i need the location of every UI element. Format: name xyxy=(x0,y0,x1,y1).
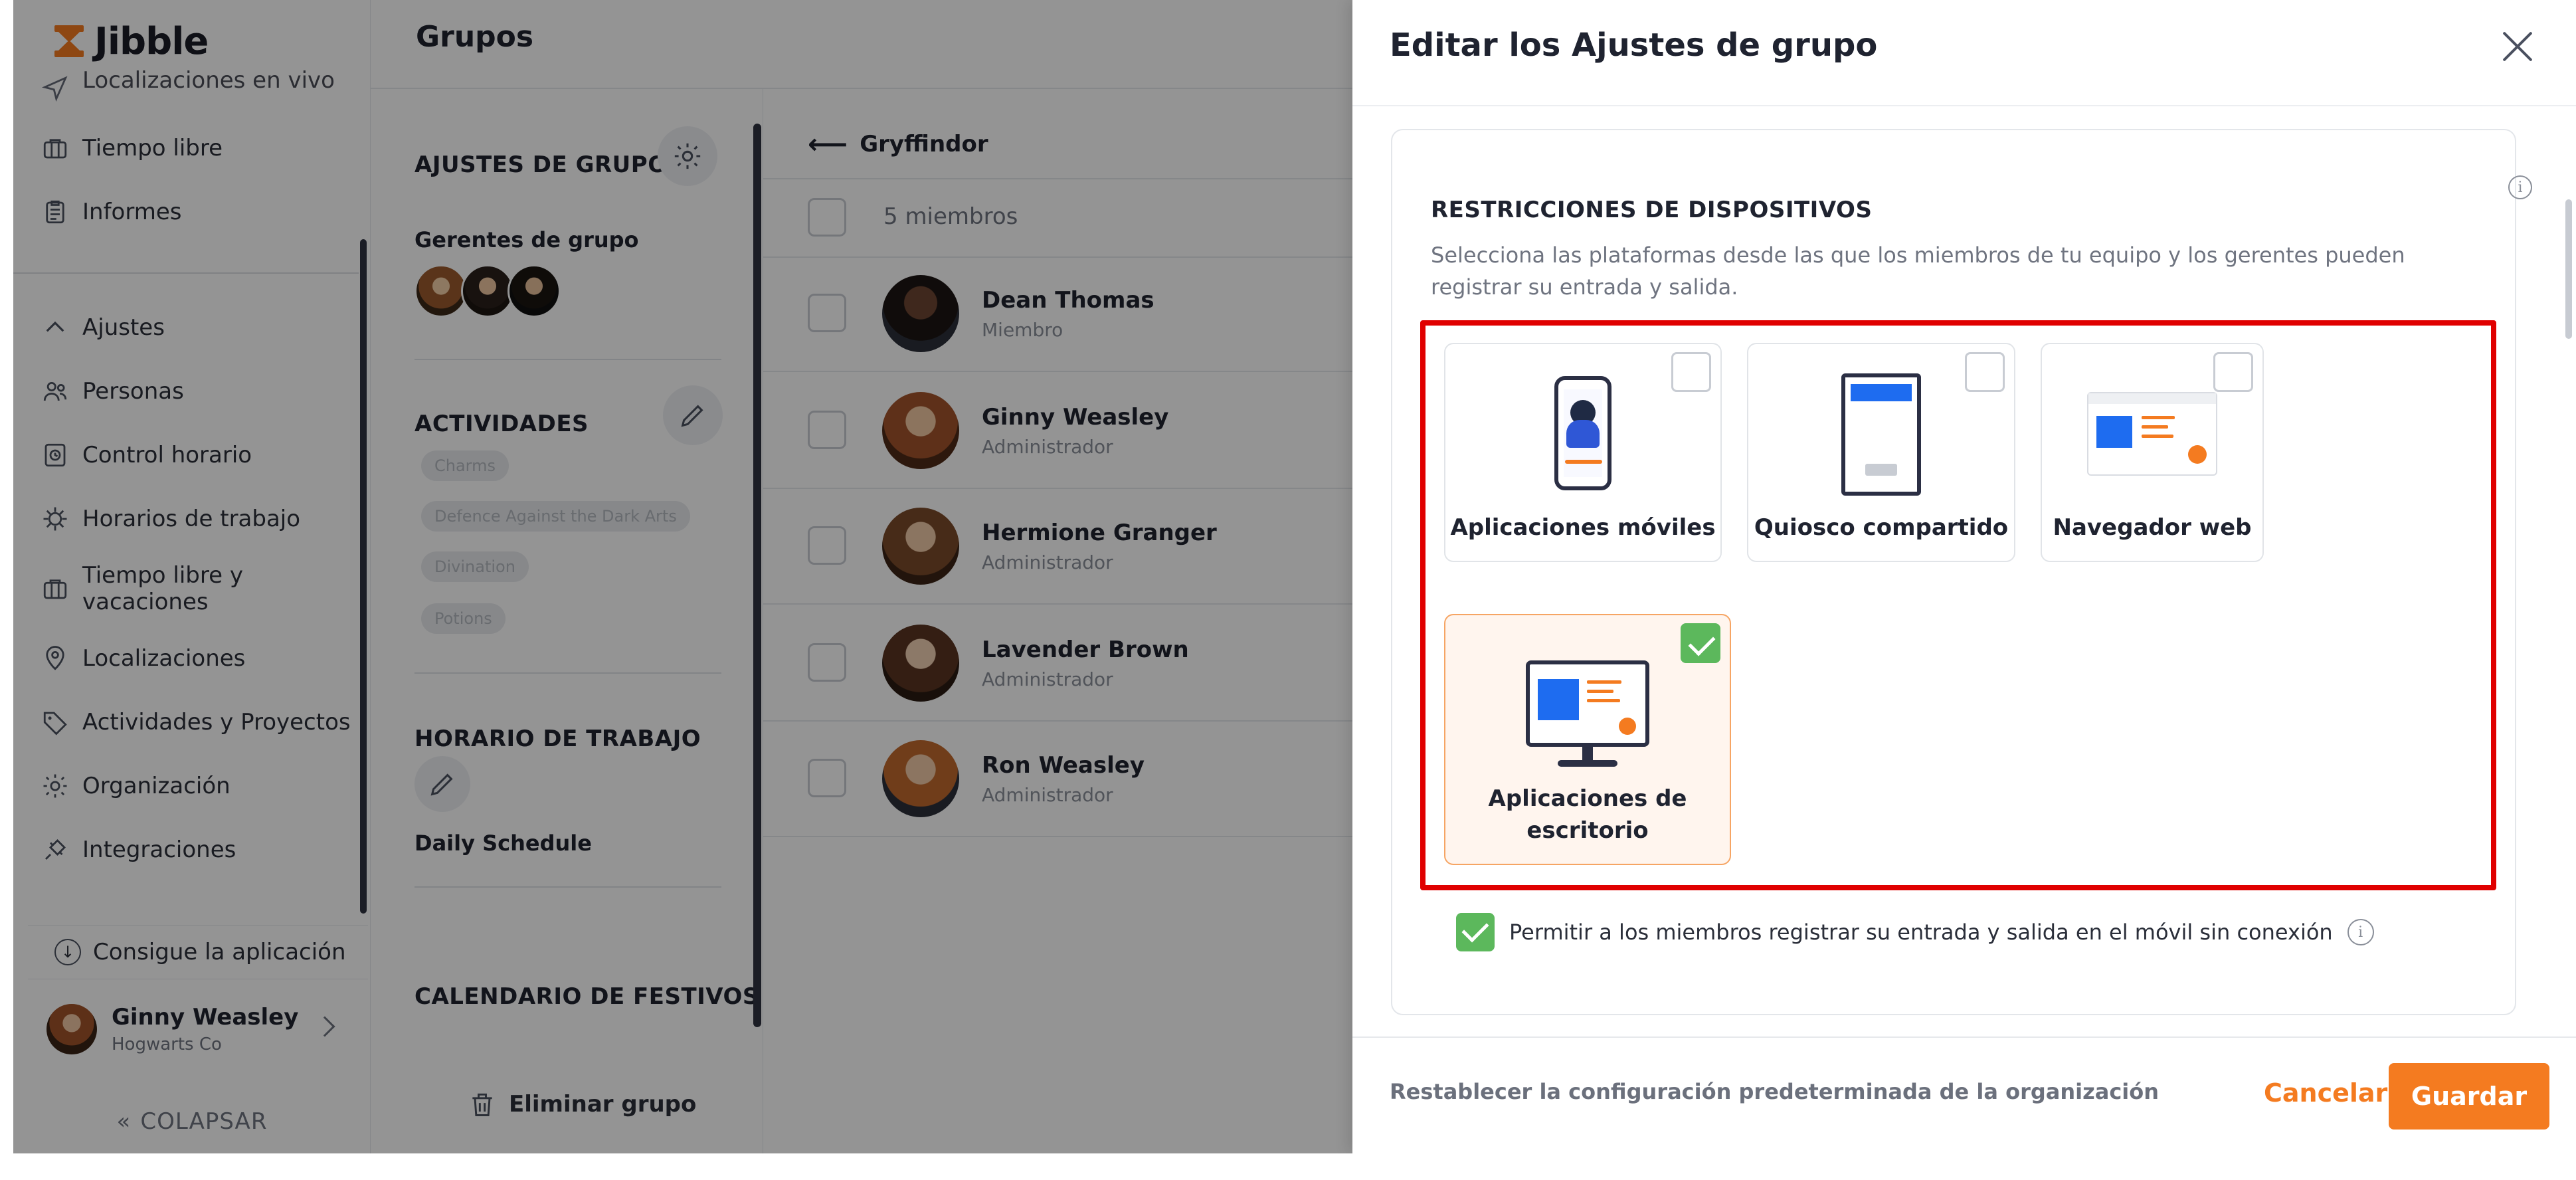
browser-icon xyxy=(2087,392,2217,476)
cancel-button[interactable]: Cancelar xyxy=(2251,1070,2401,1116)
kiosk-icon xyxy=(1841,373,1921,496)
device-restrictions-title: RESTRICCIONES DE DISPOSITIVOS xyxy=(1431,197,1873,223)
base-shell: Jibble Localizaciones en vivo Tiempo lib… xyxy=(13,0,1355,1153)
drawer-header-divider xyxy=(1352,105,2576,106)
option-checkbox[interactable] xyxy=(2213,352,2253,392)
drawer-scrollbar[interactable] xyxy=(2565,199,2572,339)
info-icon[interactable]: i xyxy=(2508,175,2532,199)
option-label: Navegador web xyxy=(2053,514,2252,541)
offline-checkbox[interactable] xyxy=(1456,913,1495,951)
option-label: Aplicaciones móviles xyxy=(1450,514,1716,541)
device-restrictions-description: Selecciona las plataformas desde las que… xyxy=(1431,243,2405,300)
modal-backdrop[interactable] xyxy=(13,0,1355,1153)
info-icon[interactable]: i xyxy=(2347,919,2374,945)
offline-clocking-option[interactable]: Permitir a los miembros registrar su ent… xyxy=(1456,913,2374,951)
app-window: Jibble Localizaciones en vivo Tiempo lib… xyxy=(13,0,2576,1153)
option-checkbox[interactable] xyxy=(1965,352,2005,392)
desktop-monitor-icon xyxy=(1526,660,1649,773)
drawer-title: Editar los Ajustes de grupo xyxy=(1390,27,1878,64)
mobile-phone-icon xyxy=(1554,376,1611,490)
option-mobile-apps[interactable]: Aplicaciones móviles xyxy=(1444,343,1722,562)
option-label: Quiosco compartido xyxy=(1754,514,2009,541)
close-icon[interactable] xyxy=(2498,27,2537,66)
option-label: Aplicaciones de escritorio xyxy=(1488,785,1687,844)
edit-group-settings-drawer: Editar los Ajustes de grupo i RESTRICCIO… xyxy=(1352,0,2576,1153)
check-icon xyxy=(1461,915,1489,943)
footer-divider xyxy=(1352,1036,2576,1038)
option-checkbox[interactable] xyxy=(1681,623,1720,663)
reset-defaults-link[interactable]: Restablecer la configuración predetermin… xyxy=(1390,1079,2159,1104)
save-button[interactable]: Guardar xyxy=(2389,1063,2549,1130)
option-web-browser[interactable]: Navegador web xyxy=(2041,343,2264,562)
option-checkbox[interactable] xyxy=(1671,352,1711,392)
offline-label: Permitir a los miembros registrar su ent… xyxy=(1509,920,2333,945)
check-icon xyxy=(1688,629,1716,656)
option-desktop-apps[interactable]: Aplicaciones de escritorio xyxy=(1444,614,1731,865)
option-shared-kiosk[interactable]: Quiosco compartido xyxy=(1747,343,2015,562)
